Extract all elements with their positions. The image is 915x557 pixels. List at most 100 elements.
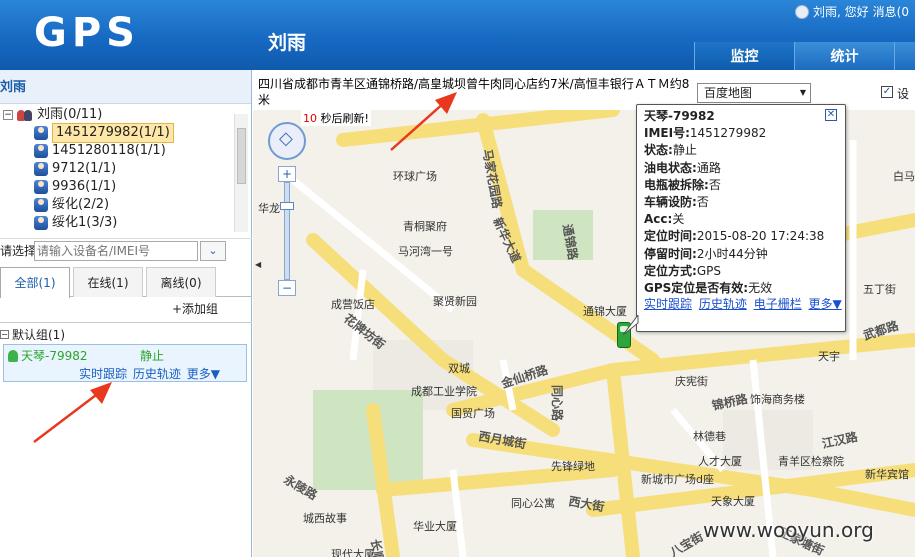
tab-offline[interactable]: 离线(0) (146, 267, 216, 297)
person-icon (34, 180, 48, 194)
tree-item[interactable]: 9712(1/1) (34, 160, 116, 178)
tab-all[interactable]: 全部(1) (0, 267, 70, 298)
left-panel-title: 刘雨 (0, 70, 251, 104)
messages-link[interactable]: 消息(0 (873, 3, 909, 20)
map-label: 天宇 (818, 350, 840, 363)
zoom-in-button[interactable]: + (278, 166, 296, 182)
tab-online[interactable]: 在线(1) (73, 267, 143, 297)
tree-scrollbar[interactable] (234, 114, 248, 232)
popup-geofence-link[interactable]: 电子栅栏 (754, 297, 802, 311)
map-label: 庆宪街 (675, 374, 708, 388)
scrollbar-thumb[interactable] (237, 128, 246, 184)
group-header[interactable]: − 默认组(1) (0, 326, 65, 343)
popup-key: 油电状态: (644, 160, 697, 175)
annotation-arrow (33, 382, 112, 443)
zoom-slider[interactable] (284, 182, 290, 280)
popup-value: 通路 (696, 160, 721, 175)
map-label: 先锋绿地 (551, 459, 595, 473)
vehicle-name[interactable]: 天琴-79982 (8, 347, 88, 364)
collapse-icon[interactable]: − (3, 110, 13, 120)
popup-realtime-track-link[interactable]: 实时跟踪 (644, 297, 692, 311)
tree-item[interactable]: 1451280118(1/1) (34, 142, 166, 160)
tree-item-label: 绥化(2/2) (52, 197, 110, 212)
popup-key: 状态: (644, 143, 673, 158)
popup-key: IMEI号: (644, 126, 690, 141)
tree-root-label: 刘雨(0/11) (37, 107, 103, 122)
map-label: 华龙 (258, 201, 280, 215)
popup-row: 电瓶被拆除:否 (644, 177, 824, 194)
chevron-down-icon[interactable]: ⌄ (200, 240, 226, 261)
popup-value: 1451279982 (689, 126, 767, 141)
map-label: 通锦大厦 (583, 304, 627, 318)
popup-row: 定位方式:GPS (644, 263, 824, 280)
map-checkbox[interactable]: ✓ (881, 86, 893, 98)
app-header: GPS 刘雨 刘雨, 您好 消息(0 监控 统计 (0, 0, 915, 70)
vehicle-name-label: 天琴-79982 (21, 349, 88, 363)
add-group-link[interactable]: +添加组 (172, 300, 218, 317)
collapse-icon[interactable]: − (0, 330, 9, 339)
tree-item-label: 1451279982(1/1) (52, 123, 174, 143)
device-search-input[interactable] (34, 240, 198, 261)
tree-item[interactable]: 绥化(2/2) (34, 196, 109, 214)
map-label: 聚贤新园 (433, 294, 477, 308)
map-checkbox-label: 设 (897, 87, 910, 101)
map-label: 成都工业学院 (411, 384, 477, 398)
tree-item[interactable]: 9936(1/1) (34, 178, 116, 196)
tree-item-label: 1451280118(1/1) (52, 143, 166, 158)
refresh-banner: 10 秒后刷新! (301, 110, 371, 126)
person-icon (34, 144, 48, 158)
zoom-slider-handle[interactable] (280, 202, 294, 210)
person-icon (34, 126, 48, 140)
close-icon[interactable]: ✕ (825, 109, 837, 121)
map-label: 林德巷 (693, 429, 726, 443)
popup-value: 否 (708, 177, 721, 192)
map-label: 城西故事 (303, 511, 347, 525)
user-menu: 刘雨, 您好 消息(0 (795, 3, 909, 20)
vehicle-status: 静止 (140, 349, 165, 363)
tree-item[interactable]: 1451279982(1/1) (34, 123, 174, 143)
person-icon (34, 162, 48, 176)
map-type-select[interactable]: 百度地图 (697, 83, 811, 103)
divider (0, 322, 252, 323)
collapse-left-icon[interactable]: ◀ (255, 260, 261, 270)
map-label: 天象大厦 (711, 494, 755, 508)
popup-key: 天琴-79982 (644, 109, 715, 123)
popup-key: Acc: (644, 212, 673, 227)
group-users-icon (16, 108, 34, 122)
tree-item[interactable]: 绥化1(3/3) (34, 214, 117, 232)
greeting-link[interactable]: 刘雨, 您好 (813, 3, 869, 20)
popup-row: 车辆设防:否 (644, 194, 824, 211)
tree-item-label: 9712(1/1) (52, 161, 117, 176)
map-area[interactable]: 四川省成都市青羊区通锦桥路/高皇城坝曾牛肉同心店约7米/高恒丰银行ＡＴＭ约8米 … (253, 70, 915, 557)
status-tabs: 全部(1) 在线(1) 离线(0) (0, 267, 252, 298)
map-label: 成营饭店 (331, 297, 375, 311)
popup-value: GPS (696, 263, 721, 278)
zoom-out-button[interactable]: − (278, 280, 296, 296)
refresh-countdown: 10 (303, 112, 317, 125)
popup-more-link[interactable]: 更多▼ (809, 297, 842, 311)
header-user-title: 刘雨 (268, 32, 307, 54)
history-track-link[interactable]: 历史轨迹 (133, 367, 181, 381)
map-label: 同心公寓 (511, 496, 555, 510)
search-label: 请选择： (0, 244, 34, 258)
tree-root[interactable]: − 刘雨(0/11) (3, 106, 102, 124)
person-icon (34, 216, 48, 230)
popup-history-track-link[interactable]: 历史轨迹 (699, 297, 747, 311)
popup-key: GPS定位是否有效: (644, 281, 749, 296)
popup-key: 电瓶被拆除: (644, 177, 709, 192)
nav-tab-overflow[interactable] (894, 42, 915, 70)
popup-value: 否 (696, 195, 709, 210)
map-label: 白马 (893, 169, 915, 183)
popup-row: 油电状态:通路 (644, 160, 824, 177)
popup-row: 定位时间:2015-08-20 17:24:38 (644, 228, 824, 245)
popup-value: 静止 (672, 143, 697, 158)
popup-row: 停留时间:2小时44分钟 (644, 246, 824, 263)
map-label: 现代大厦 (331, 547, 375, 557)
nav-tab-monitor[interactable]: 监控 (694, 42, 794, 70)
nav-tab-statistics[interactable]: 统计 (794, 42, 894, 70)
gps-logo: GPS (34, 10, 140, 56)
device-search: 请选择： ⌄ (0, 238, 252, 262)
more-link[interactable]: 更多▼ (187, 367, 220, 381)
map-label: 新城市广场d座 (641, 472, 714, 486)
map-pan-control[interactable] (268, 122, 306, 160)
